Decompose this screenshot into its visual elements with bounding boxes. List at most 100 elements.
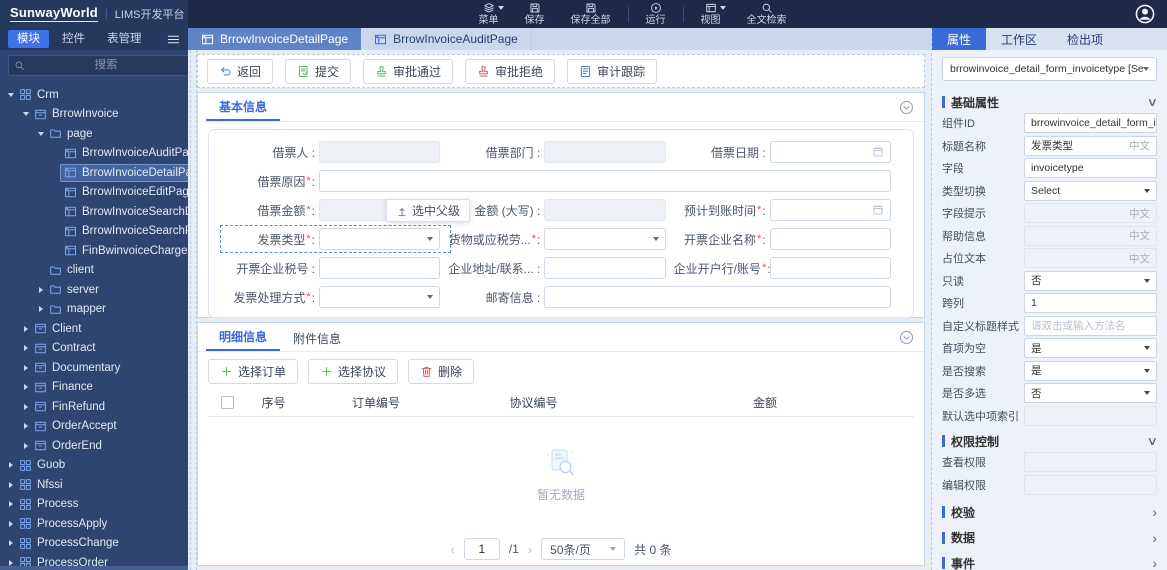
topbar-menu-item[interactable]: 菜单 — [466, 2, 512, 26]
tree-item[interactable]: ProcessChange — [0, 534, 188, 554]
action-button[interactable]: 返回 — [207, 58, 274, 84]
caret-right-icon[interactable] — [6, 540, 15, 547]
detail-action-button[interactable]: 选择协议 — [308, 358, 399, 384]
field-date-input[interactable] — [769, 199, 891, 221]
sidebar-tab[interactable]: 模块 — [8, 30, 49, 48]
caret-right-icon[interactable] — [6, 481, 15, 488]
inspector-tab[interactable]: 属性 — [932, 28, 987, 50]
topbar-menu-item[interactable]: 全文检索 — [734, 2, 800, 26]
collapse-panel-icon[interactable] — [899, 100, 914, 115]
tree-item[interactable]: BrrowInvoice — [0, 105, 188, 125]
tab-basic-info[interactable]: 基本信息 — [206, 93, 281, 121]
detail-tab[interactable]: 明细信息 — [206, 323, 281, 351]
tree-item[interactable]: BrrowInvoiceEditPage — [0, 183, 188, 203]
tree-item[interactable]: BrrowInvoiceSearchPage — [0, 222, 188, 242]
tree-item[interactable]: Crm — [0, 85, 188, 105]
tree-item[interactable]: Documentary — [0, 358, 188, 378]
field-input[interactable] — [319, 257, 441, 279]
editor-tab[interactable]: BrrowInvoiceDetailPage — [188, 28, 362, 50]
tree-item[interactable]: FinBwinvoiceChargeDetailPage — [0, 241, 188, 261]
tree-item[interactable]: Finance — [0, 378, 188, 398]
caret-down-icon[interactable] — [6, 92, 15, 97]
property-input[interactable]: 请双击或输入方法名 — [1024, 315, 1157, 336]
caret-right-icon[interactable] — [21, 442, 30, 449]
field-select[interactable] — [319, 228, 441, 250]
topbar-menu-item[interactable]: 运行 — [633, 2, 679, 26]
field-input[interactable] — [769, 228, 891, 250]
tree-item[interactable]: BrrowInvoiceDetailPage — [0, 163, 188, 183]
caret-right-icon[interactable] — [36, 306, 45, 313]
property-select[interactable]: 否 — [1024, 270, 1157, 291]
section-header[interactable]: 数据 › — [942, 528, 1157, 547]
section-header[interactable]: 基础属性 ∨ — [942, 92, 1158, 112]
component-selector[interactable]: brrowinvoice_detail_form_invoicetype [Se… — [942, 57, 1157, 81]
action-button[interactable]: 审批通过 — [363, 58, 454, 84]
section-header[interactable]: 校验 › — [942, 503, 1157, 522]
field-select[interactable] — [544, 228, 666, 250]
property-input[interactable]: 1 — [1024, 293, 1157, 314]
page-size-select[interactable]: 50条/页 — [541, 538, 626, 560]
tree-item[interactable]: BrrowInvoiceSearchDealPage — [0, 202, 188, 222]
section-header[interactable]: 权限控制 ∨ — [942, 431, 1158, 451]
user-avatar[interactable] — [1135, 4, 1155, 24]
property-input[interactable]: brrowinvoice_detail_form_invoic — [1024, 113, 1157, 134]
caret-right-icon[interactable] — [21, 364, 30, 371]
editor-tab[interactable]: BrrowInvoiceAuditPage — [361, 28, 532, 50]
detail-action-button[interactable]: 选择订单 — [208, 358, 299, 384]
chevron-down-icon[interactable]: ∨ — [1147, 96, 1158, 108]
caret-right-icon[interactable] — [6, 559, 15, 566]
caret-right-icon[interactable] — [6, 462, 15, 469]
field-date-input[interactable] — [769, 141, 891, 163]
field-select[interactable] — [319, 286, 441, 308]
tree-item[interactable]: Guob — [0, 456, 188, 476]
action-button[interactable]: 提交 — [285, 58, 352, 84]
action-button[interactable]: 审批拒绝 — [465, 58, 556, 84]
caret-right-icon[interactable] — [21, 403, 30, 410]
action-button[interactable]: 审计跟踪 — [567, 58, 658, 84]
tree-item[interactable]: page — [0, 124, 188, 144]
detail-action-button[interactable]: 删除 — [408, 358, 475, 384]
topbar-menu-item[interactable]: 保存全部 — [558, 2, 624, 26]
caret-right-icon[interactable] — [21, 423, 30, 430]
field-input[interactable] — [319, 170, 891, 192]
caret-right-icon[interactable] — [21, 325, 30, 332]
property-input[interactable]: invoicetype — [1024, 158, 1157, 179]
tree-item[interactable]: server — [0, 280, 188, 300]
tree-item[interactable]: Nfssi — [0, 475, 188, 495]
hamburger-menu-icon[interactable] — [167, 33, 180, 46]
topbar-menu-item[interactable]: 保存 — [512, 2, 558, 26]
tree-item[interactable]: client — [0, 261, 188, 281]
caret-right-icon[interactable] — [21, 345, 30, 352]
property-select[interactable]: 否 — [1024, 383, 1157, 404]
caret-right-icon[interactable] — [6, 520, 15, 527]
sidebar-tab[interactable]: 表管理 — [98, 30, 151, 48]
detail-tab[interactable]: 附件信息 — [280, 325, 354, 351]
page-number-input[interactable] — [463, 538, 500, 560]
tree-search-input[interactable] — [29, 59, 183, 71]
field-input[interactable] — [544, 286, 891, 308]
caret-right-icon[interactable] — [6, 501, 15, 508]
tree-item[interactable]: FinRefund — [0, 397, 188, 417]
property-select[interactable]: Select — [1024, 180, 1157, 201]
tree-item[interactable]: Client — [0, 319, 188, 339]
field-input[interactable] — [769, 257, 891, 279]
inspector-tab[interactable]: 工作区 — [986, 28, 1052, 50]
tree-item[interactable]: Contract — [0, 339, 188, 359]
tree-item[interactable]: ProcessApply — [0, 514, 188, 534]
chevron-right-icon[interactable]: › — [1152, 531, 1157, 545]
property-select[interactable]: 是 — [1024, 360, 1157, 381]
sidebar-scrollbar[interactable] — [0, 566, 188, 570]
chevron-down-icon[interactable]: ∨ — [1147, 435, 1158, 447]
topbar-menu-item[interactable]: 视图 — [688, 2, 734, 26]
next-page-button[interactable]: › — [528, 543, 532, 556]
collapse-panel-icon[interactable] — [899, 330, 914, 345]
caret-right-icon[interactable] — [36, 286, 45, 293]
tree-item[interactable]: OrderEnd — [0, 436, 188, 456]
select-all-checkbox[interactable] — [220, 395, 234, 409]
section-header[interactable]: 事件 › — [942, 554, 1157, 570]
tree-item[interactable]: ProcessOrder — [0, 553, 188, 566]
property-select[interactable]: 是 — [1024, 338, 1157, 359]
inspector-tab[interactable]: 检出项 — [1052, 28, 1118, 50]
property-input[interactable]: 发票类型 中文 — [1024, 135, 1157, 156]
tree-item[interactable]: mapper — [0, 300, 188, 320]
